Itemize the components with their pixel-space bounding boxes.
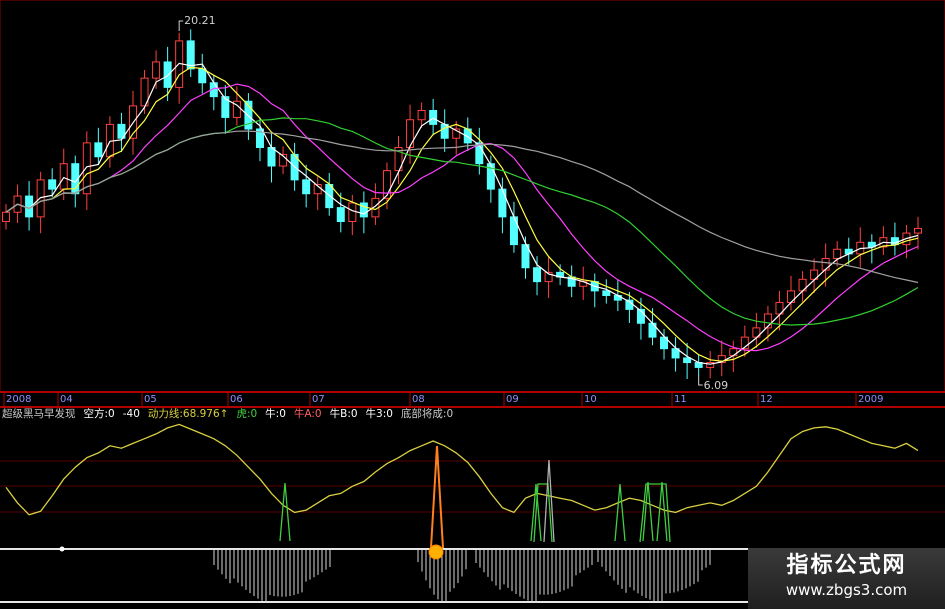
date-tick-label: 08 xyxy=(412,394,425,405)
chart-stage: 2008 04 05 06 07 08 09 10 11 12 2009 20.21 6.09 超级黑马早… xyxy=(0,0,945,603)
candle-body xyxy=(683,357,692,364)
date-tick-label: 11 xyxy=(674,394,687,405)
candle-body xyxy=(498,188,507,218)
candle-body xyxy=(509,216,518,246)
watermark-title: 指标公式网 xyxy=(786,553,907,578)
candle-body xyxy=(59,163,68,190)
date-tick-label: 05 xyxy=(144,394,157,405)
candle-body xyxy=(602,290,611,296)
date-tick-label: 09 xyxy=(506,394,519,405)
ma-line-short xyxy=(5,66,919,362)
indicator-legend-item: 牛3:0 xyxy=(366,407,393,420)
date-tick-label: 12 xyxy=(760,394,773,405)
indicator-legend-item: 底部将成:0 xyxy=(401,407,453,420)
date-tick-label: 06 xyxy=(230,394,243,405)
date-tick-label: 07 xyxy=(312,394,325,405)
date-tick-label: 10 xyxy=(584,394,597,405)
candle-body xyxy=(348,202,357,222)
candle-body xyxy=(267,147,276,167)
watermark-url: www.zbgs3.com xyxy=(785,581,908,599)
ma-line-fast xyxy=(5,62,919,365)
price-panel-frame xyxy=(0,0,945,393)
site-watermark: 指标公式网 www.zbgs3.com xyxy=(748,548,945,609)
candle-body xyxy=(440,123,449,139)
baseline-dot xyxy=(59,546,65,552)
candle-body xyxy=(336,207,345,222)
date-tick-label: 2008 xyxy=(6,394,31,405)
green-signal-block xyxy=(639,483,671,543)
candle-body xyxy=(406,119,415,148)
candle-body xyxy=(302,179,311,195)
candle-body xyxy=(48,179,57,190)
indicator-legend-item: -40 xyxy=(123,408,140,420)
candle-body xyxy=(152,61,161,79)
low-marker-line xyxy=(698,374,703,386)
indicator-legend-item: 动力线:68.976↑ xyxy=(148,407,229,420)
indicator-legend-item: 牛:0 xyxy=(265,407,286,420)
candle-body xyxy=(429,110,438,125)
smiley-icon xyxy=(428,544,444,560)
ma-line-longest xyxy=(5,130,919,284)
high-price-label: 20.21 xyxy=(184,14,216,27)
candle-body xyxy=(2,211,10,222)
candle-body xyxy=(198,68,207,84)
date-tick-label: 04 xyxy=(60,394,73,405)
indicator-legend-item: 虎:0 xyxy=(236,408,257,420)
candle-body xyxy=(417,110,426,121)
indicator-legend-item: 超级黑马早发现 xyxy=(2,407,76,420)
indicator-legend-item: 空方:0 xyxy=(84,407,115,420)
candle-body xyxy=(833,248,842,259)
candle-body xyxy=(914,227,922,234)
date-tick-label: 2009 xyxy=(858,394,883,405)
candle-body xyxy=(821,258,830,271)
candle-body xyxy=(729,348,738,357)
candle-body xyxy=(94,142,103,158)
candle-body xyxy=(533,267,542,283)
candle-body xyxy=(163,61,172,88)
low-price-label: 6.09 xyxy=(704,379,729,392)
indicator-legend-item: 牛A:0 xyxy=(294,407,322,420)
indicator-legend-item: 牛B:0 xyxy=(330,407,358,420)
high-marker-line xyxy=(178,20,184,32)
momentum-line xyxy=(5,423,919,516)
